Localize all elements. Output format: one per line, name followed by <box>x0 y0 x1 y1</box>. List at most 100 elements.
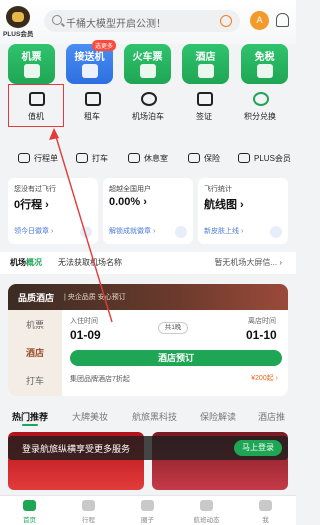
hotel-card-header: 品质酒店 | 央企品质 安心预订 <box>8 284 288 310</box>
nav-home[interactable]: 首页 <box>0 496 59 525</box>
shield-icon <box>188 153 200 163</box>
hotel-icon <box>198 64 214 78</box>
stat-card-route-map[interactable]: 飞行统计 航线图 › 新皮肤上线 › <box>198 178 288 244</box>
trophy-icon <box>175 226 187 238</box>
service-car-rental-label: 租车 <box>84 112 100 121</box>
nav-home-label: 首页 <box>23 517 36 524</box>
tile-hotel-label: 酒店 <box>195 52 216 63</box>
tab-insurance[interactable]: 保险解读 <box>200 410 236 423</box>
user-icon <box>259 500 272 511</box>
suitcase-icon <box>82 500 95 511</box>
visa-icon <box>197 92 213 106</box>
airport-name-text: 无法获取机场名称 <box>58 258 122 267</box>
stat-link[interactable]: 解锁成就徽章 › <box>109 226 155 236</box>
nav-community-label: 圈子 <box>141 517 154 524</box>
hotel-promo-price[interactable]: ¥200起 › <box>251 373 278 383</box>
tab-hotel-rec[interactable]: 酒店推 <box>258 410 285 423</box>
tile-flight[interactable]: 机票 <box>8 44 55 84</box>
nights-count: 共1晚 <box>158 322 188 334</box>
stat-card-trips[interactable]: 您没有过飞行 0行程 › 领今日徽章 › <box>8 178 98 244</box>
hotel-promo-text[interactable]: 集团品牌酒店7折起 <box>70 374 130 384</box>
airport-info-bar[interactable]: 机场概况 无法获取机场名称 暂无机场大屏信... › <box>0 252 296 274</box>
stat-value: 0.00% › <box>109 196 147 208</box>
hotel-card-subtitle: | 央企品质 安心预订 <box>64 294 126 301</box>
nav-me-label: 我 <box>262 517 269 524</box>
tile-duty-free[interactable]: 免税 <box>241 44 288 84</box>
nav-me[interactable]: 我 <box>236 496 295 525</box>
service-taxi-label: 打车 <box>92 154 108 163</box>
stat-caption: 超越全国用户 <box>109 186 151 193</box>
stat-value: 航线图 › <box>204 199 244 211</box>
plane-icon <box>24 64 40 78</box>
annotation-highlight-box <box>8 84 64 127</box>
nav-community[interactable]: 圈子 <box>118 496 177 525</box>
lounge-icon <box>128 153 140 163</box>
stat-caption: 您没有过飞行 <box>14 186 56 193</box>
travel-stats: 您没有过飞行 0行程 › 领今日徽章 › 超越全国用户 0.00% › 解锁成就… <box>8 178 288 244</box>
receipt-icon <box>18 153 30 163</box>
booking-type-tabs: 机票 酒店 打车 <box>8 310 62 396</box>
badge-icon <box>80 226 92 238</box>
airport-screen-link[interactable]: 暂无机场大屏信... › <box>214 257 282 268</box>
promo-badge: 选更多 <box>92 40 117 51</box>
stat-card-ranking[interactable]: 超越全国用户 0.00% › 解锁成就徽章 › <box>103 178 193 244</box>
bottom-nav: 首页 行程 圈子 航班动态 我 <box>0 495 296 525</box>
search-placeholder: 千桶大模型开启公测！ <box>66 19 166 30</box>
service-plus-label: PLUS会员 <box>254 154 291 163</box>
main-service-tiles: 机票 接送机 选更多 火车票 酒店 免税 <box>8 40 288 84</box>
header-bar: PLUS会员 千桶大模型开启公测！ A <box>0 0 296 44</box>
nav-flight-status[interactable]: 航班动态 <box>177 496 236 525</box>
stat-link[interactable]: 新皮肤上线 › <box>204 226 243 236</box>
nav-trips[interactable]: 行程 <box>59 496 118 525</box>
tab-tech[interactable]: 航旅黑科技 <box>132 410 177 423</box>
scan-icon[interactable] <box>220 15 232 27</box>
service-points-label: 积分兑换 <box>244 112 276 121</box>
login-prompt-text: 登录航旅纵横享受更多服务 <box>22 444 131 454</box>
app-screen: PLUS会员 千桶大模型开启公测！ A 机票 接送机 选更多 火车票 酒店 免税 <box>0 0 296 525</box>
hotel-booking-card: 品质酒店 | 央企品质 安心预订 机票 酒店 打车 入住时间 01-09 共1晚… <box>8 284 288 396</box>
services-row-2: 行程单 打车 休息室 保险 PLUS会员 <box>8 150 291 170</box>
hotel-book-button[interactable]: 酒店预订 <box>70 350 282 366</box>
service-visa[interactable]: 签证 <box>178 88 230 126</box>
parking-icon <box>141 92 157 106</box>
service-car-rental[interactable]: 租车 <box>66 88 118 126</box>
tab-recommended[interactable]: 热门推荐 <box>12 410 48 426</box>
checkin-date[interactable]: 01-09 <box>70 328 101 342</box>
service-airport-parking[interactable]: 机场泊车 <box>122 88 174 126</box>
airport-label: 机场概况 <box>10 258 42 267</box>
tile-duty-free-label: 免税 <box>254 52 275 63</box>
car-icon <box>85 92 101 106</box>
plus-member-logo-icon[interactable] <box>6 6 30 28</box>
tile-flight-label: 机票 <box>21 52 42 63</box>
gift-icon <box>253 92 269 106</box>
service-itinerary-label: 行程单 <box>34 154 58 163</box>
tile-hotel[interactable]: 酒店 <box>182 44 229 84</box>
tile-train[interactable]: 火车票 <box>124 44 171 84</box>
car-icon <box>82 64 98 78</box>
map-icon <box>270 226 282 238</box>
train-icon <box>140 64 156 78</box>
message-icon[interactable] <box>276 13 289 27</box>
avatar[interactable]: A <box>250 11 269 30</box>
nav-trips-label: 行程 <box>82 517 95 524</box>
search-icon <box>52 15 62 25</box>
bag-icon <box>257 64 273 78</box>
tab-hotel[interactable]: 酒店 <box>8 346 62 359</box>
home-icon <box>23 500 36 511</box>
login-button[interactable]: 马上登录 <box>234 440 282 456</box>
checkout-date[interactable]: 01-10 <box>246 328 277 342</box>
stat-caption: 飞行统计 <box>204 186 232 193</box>
service-parking-label: 机场泊车 <box>132 112 164 121</box>
stat-link[interactable]: 领今日徽章 › <box>14 226 53 236</box>
taxi-icon <box>76 153 88 163</box>
tab-beauty[interactable]: 大牌美妆 <box>72 410 108 423</box>
tab-flight[interactable]: 机票 <box>8 318 62 331</box>
community-icon <box>141 500 154 511</box>
content-tabs: 热门推荐 大牌美妆 航旅黑科技 保险解读 酒店推 <box>0 406 296 428</box>
service-points-exchange[interactable]: 积分兑换 <box>234 88 286 126</box>
nav-flight-label: 航班动态 <box>193 517 220 524</box>
stat-value: 0行程 › <box>14 199 49 211</box>
search-input[interactable]: 千桶大模型开启公测！ <box>44 10 240 32</box>
crown-icon <box>238 153 250 163</box>
tab-taxi[interactable]: 打车 <box>8 374 62 387</box>
